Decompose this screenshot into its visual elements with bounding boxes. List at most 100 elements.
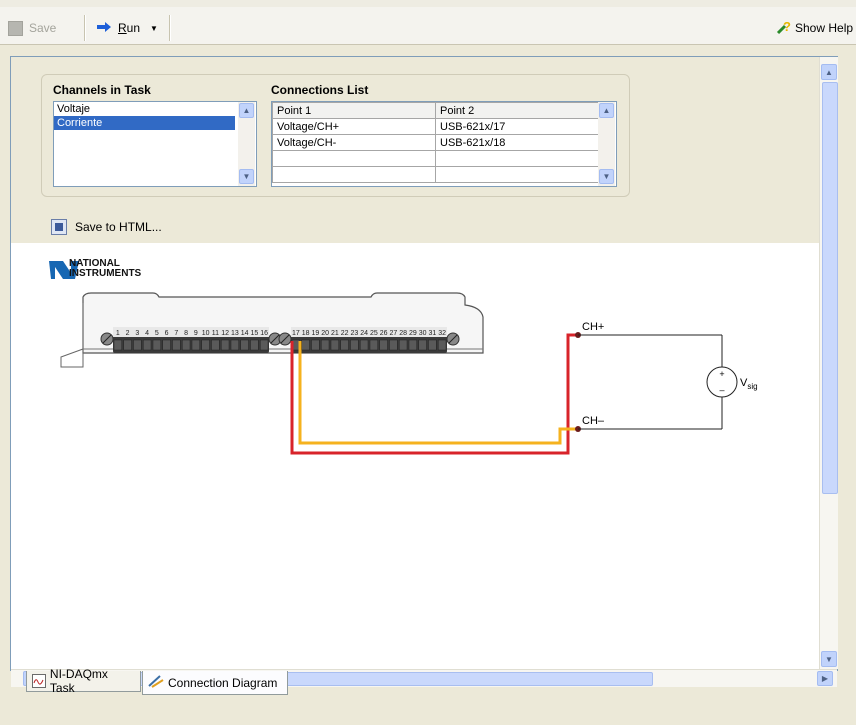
connections-grid[interactable]: Point 1 Point 2 Voltage/CH+ USB-621x/17 … [271, 101, 617, 187]
save-icon [8, 20, 23, 36]
ch-plus-label: CH+ [582, 321, 604, 333]
scroll-down-icon[interactable]: ▼ [821, 651, 837, 667]
terminal-slot [260, 339, 269, 351]
table-cell[interactable]: Voltage/CH+ [272, 118, 436, 135]
terminal-slot [438, 339, 447, 351]
terminal-slot [152, 339, 161, 351]
column-header-point1[interactable]: Point 1 [272, 102, 436, 119]
terminal-slot [301, 339, 310, 351]
terminal-slot [230, 339, 239, 351]
terminal-number: 1 [116, 330, 120, 337]
connection-diagram: NATIONAL INSTRUMENTS 1 2 3 4 5 6 7 8 9 10 11 12 13 14… [49, 258, 758, 455]
channels-scrollbar[interactable]: ▲ ▼ [238, 102, 255, 186]
terminal-number: 19 [311, 330, 319, 337]
brand-line2: INSTRUMENTS [69, 268, 142, 279]
column-header-point2[interactable]: Point 2 [435, 102, 599, 119]
terminal-number: 20 [321, 330, 329, 337]
terminal-slot [250, 339, 259, 351]
signal-source-circuit: + – Vsig CH+ CH– [575, 321, 758, 432]
show-help-button[interactable]: ? Show Help [776, 17, 853, 39]
table-row[interactable]: Voltage/CH+ USB-621x/17 [272, 118, 599, 135]
table-cell[interactable] [435, 150, 599, 167]
scroll-up-icon[interactable]: ▲ [239, 103, 254, 118]
terminal-number: 11 [212, 330, 219, 337]
source-plus: + [719, 369, 724, 379]
terminal-slot [133, 339, 142, 351]
tab-label: Connection Diagram [168, 675, 278, 690]
connection-diagram-icon [148, 674, 164, 691]
svg-text:?: ? [783, 19, 791, 34]
terminal-slot [172, 339, 181, 351]
terminal-slot [182, 339, 191, 351]
scroll-down-icon[interactable]: ▼ [239, 169, 254, 184]
save-to-html-button[interactable]: Save to HTML... [51, 217, 162, 237]
channels-listbox[interactable]: Voltaje Corriente ▲ ▼ [53, 101, 257, 187]
toolbar-separator [84, 15, 86, 41]
channel-item-voltaje[interactable]: Voltaje [54, 102, 256, 116]
connections-scrollbar[interactable]: ▲ ▼ [598, 102, 615, 186]
channels-title: Channels in Task [53, 83, 151, 97]
ni-logo: NATIONAL INSTRUMENTS [49, 258, 142, 279]
terminal-slot [311, 339, 320, 351]
terminal-slot [408, 339, 417, 351]
table-row[interactable]: Voltage/CH- USB-621x/18 [272, 134, 599, 151]
terminal-slot [123, 339, 132, 351]
terminal-slot [221, 339, 230, 351]
show-help-label: Show Help [795, 21, 854, 35]
table-cell[interactable]: Voltage/CH- [272, 134, 436, 151]
channel-item-corriente[interactable]: Corriente [54, 116, 235, 130]
run-button[interactable]: Run ▼ [96, 17, 158, 39]
terminal-number: 8 [184, 330, 188, 337]
terminal-number: 4 [145, 330, 149, 337]
save-html-icon [51, 219, 67, 235]
table-cell[interactable] [435, 166, 599, 183]
terminal-number: 26 [380, 330, 388, 337]
task-icon [32, 674, 46, 688]
terminal-number: 23 [350, 330, 358, 337]
save-button[interactable]: Save [8, 17, 56, 39]
terminal-slot [379, 339, 388, 351]
table-row[interactable] [272, 166, 599, 183]
main-vertical-scrollbar[interactable]: ▲ ▼ [819, 57, 838, 669]
terminal-number: 27 [389, 330, 397, 337]
scrollbar-thumb[interactable] [822, 82, 838, 494]
terminal-number: 17 [292, 330, 300, 337]
scroll-up-icon[interactable]: ▲ [599, 103, 614, 118]
terminal-number: 25 [370, 330, 378, 337]
tab-connection-diagram[interactable]: Connection Diagram [142, 671, 288, 695]
table-cell[interactable] [272, 166, 436, 183]
table-row[interactable] [272, 150, 599, 167]
terminal-number: 15 [250, 330, 258, 337]
terminal-slot [399, 339, 408, 351]
terminal-slot [113, 339, 122, 351]
terminal-number: 6 [165, 330, 169, 337]
run-dropdown-icon[interactable]: ▼ [150, 24, 158, 33]
help-icon: ? [776, 19, 792, 38]
table-cell[interactable] [272, 150, 436, 167]
terminal-slot [191, 339, 200, 351]
terminal-number: 22 [341, 330, 349, 337]
run-label: Run [118, 21, 141, 35]
terminal-number: 2 [126, 330, 130, 337]
wire-yellow [298, 341, 578, 445]
terminal-number: 18 [302, 330, 310, 337]
tab-ni-daqmx-task[interactable]: NI-DAQmx Task [26, 667, 141, 695]
terminal-number: 3 [135, 330, 139, 337]
connections-title: Connections List [271, 83, 369, 97]
terminal-number: 13 [231, 330, 239, 337]
scroll-down-icon[interactable]: ▼ [599, 169, 614, 184]
terminal-slot [211, 339, 220, 351]
table-cell[interactable]: USB-621x/17 [435, 118, 599, 135]
scroll-up-icon[interactable]: ▲ [821, 64, 837, 80]
vsig-label: Vsig [740, 377, 758, 391]
scroll-right-icon[interactable]: ▶ [817, 671, 833, 686]
terminal-slot [201, 339, 210, 351]
terminal-slot [369, 339, 378, 351]
terminal-number: 24 [360, 330, 368, 337]
terminal-slot [240, 339, 249, 351]
terminal-slot [389, 339, 398, 351]
table-cell[interactable]: USB-621x/18 [435, 134, 599, 151]
terminal-number: 31 [428, 330, 436, 337]
terminal-number: 28 [399, 330, 407, 337]
toolbar-top-edge [0, 0, 856, 7]
